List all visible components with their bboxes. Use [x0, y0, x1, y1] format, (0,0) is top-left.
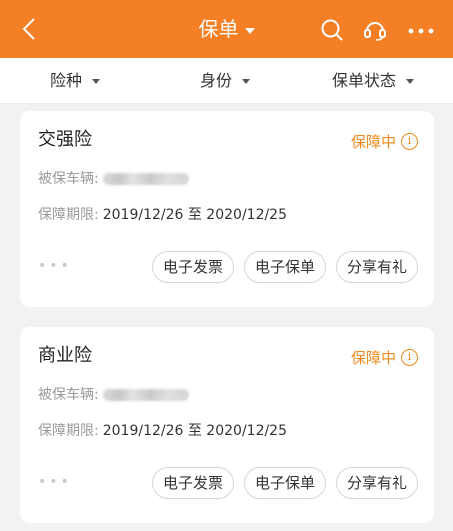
insured-vehicle-row: 被保车辆:: [38, 169, 189, 189]
filter-bar: 险种 身份 保单状态: [0, 58, 453, 104]
redacted-plate: [102, 173, 189, 185]
more-icon[interactable]: [406, 18, 436, 42]
e-invoice-button[interactable]: 电子发票: [151, 251, 234, 283]
status-badge: 保障中 i: [351, 347, 418, 368]
policy-name: 交强险: [38, 129, 92, 150]
info-icon[interactable]: i: [401, 349, 418, 366]
coverage-period-row: 保障期限: 2019/12/26 至 2020/12/25: [38, 207, 288, 223]
e-policy-button[interactable]: 电子保单: [243, 251, 326, 283]
filter-policy-status[interactable]: 保单状态: [332, 71, 415, 91]
insured-vehicle-row: 被保车辆:: [38, 385, 189, 405]
policy-name: 商业险: [38, 345, 92, 366]
customer-service-icon[interactable]: [362, 18, 388, 42]
e-invoice-button[interactable]: 电子发票: [151, 467, 234, 499]
coverage-period-value: 2019/12/26 至 2020/12/25: [102, 423, 288, 439]
top-nav-bar: 保单: [0, 0, 453, 58]
search-icon[interactable]: [320, 18, 344, 42]
policy-card[interactable]: 交强险 保障中 i 被保车辆: 保障期限: 2019/12/26 至 2020/…: [20, 111, 434, 307]
dropdown-arrow-icon: [406, 78, 415, 84]
dropdown-arrow-icon: [92, 78, 101, 84]
page-title: 保单: [198, 17, 239, 41]
chevron-down-icon: [244, 27, 255, 34]
share-gift-button[interactable]: 分享有礼: [335, 251, 418, 283]
e-policy-button[interactable]: 电子保单: [243, 467, 326, 499]
policy-card[interactable]: 商业险 保障中 i 被保车辆: 保障期限: 2019/12/26 至 2020/…: [20, 327, 434, 523]
status-badge: 保障中 i: [351, 131, 418, 152]
redacted-plate: [102, 389, 189, 401]
coverage-period-value: 2019/12/26 至 2020/12/25: [102, 207, 288, 223]
share-gift-button[interactable]: 分享有礼: [335, 467, 418, 499]
card-actions: 电子发票 电子保单 分享有礼: [151, 467, 418, 499]
filter-identity[interactable]: 身份: [200, 71, 251, 91]
dropdown-arrow-icon: [242, 78, 251, 84]
more-options-icon[interactable]: •••: [38, 258, 72, 274]
more-options-icon[interactable]: •••: [38, 474, 72, 490]
coverage-period-row: 保障期限: 2019/12/26 至 2020/12/25: [38, 423, 288, 439]
info-icon[interactable]: i: [401, 133, 418, 150]
filter-insurance-type[interactable]: 险种: [50, 71, 101, 91]
card-actions: 电子发票 电子保单 分享有礼: [151, 251, 418, 283]
